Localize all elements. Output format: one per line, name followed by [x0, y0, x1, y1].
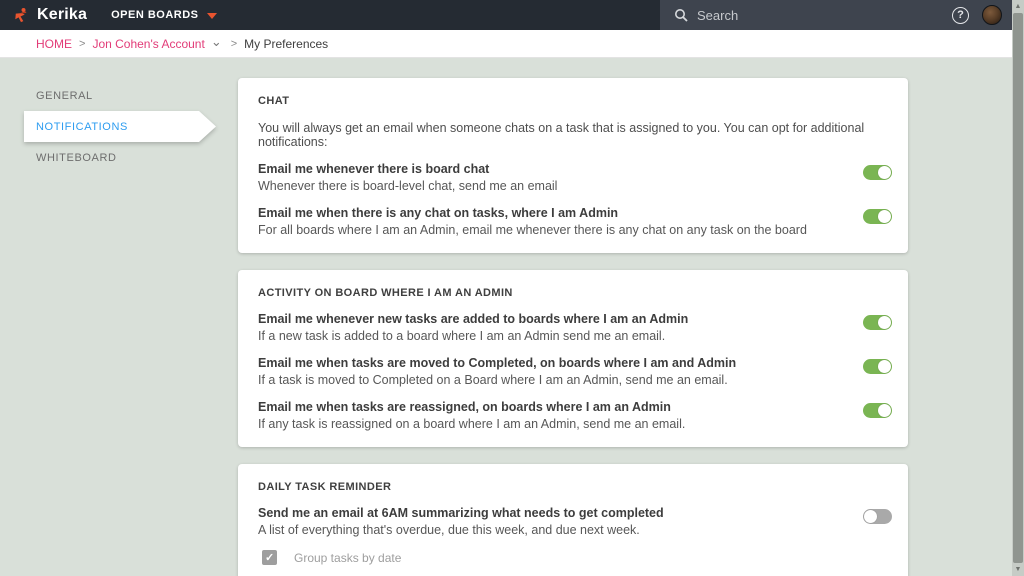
checkbox[interactable]: ✓ — [262, 550, 277, 565]
setting-subtitle: Whenever there is board-level chat, send… — [258, 179, 839, 193]
setting-row: Email me whenever new tasks are added to… — [258, 312, 892, 343]
setting-row: Email me when tasks are moved to Complet… — [258, 356, 892, 387]
toggle-switch[interactable] — [863, 315, 892, 330]
setting-title: Email me whenever there is board chat — [258, 162, 839, 176]
toggle-knob — [878, 360, 891, 373]
setting-title: Email me when tasks are reassigned, on b… — [258, 400, 839, 414]
content-area: GENERAL NOTIFICATIONS WHITEBOARD CHAT Yo… — [0, 58, 1024, 575]
section-description: You will always get an email when someon… — [258, 121, 892, 149]
setting-title: Email me when there is any chat on tasks… — [258, 206, 839, 220]
open-boards-label: OPEN BOARDS — [111, 9, 198, 21]
setting-row: Send me an email at 6AM summarizing what… — [258, 506, 892, 537]
sidebar-item-general[interactable]: GENERAL — [24, 80, 216, 111]
scrollbar-thumb[interactable] — [1013, 13, 1023, 563]
toggle-switch[interactable] — [863, 165, 892, 180]
breadcrumb-current-page: My Preferences — [244, 37, 328, 51]
toggle-knob — [878, 210, 891, 223]
setting-subtitle: If a new task is added to a board where … — [258, 329, 839, 343]
breadcrumb-separator: > — [79, 38, 85, 50]
toggle-switch[interactable] — [863, 509, 892, 524]
topbar: Kerika OPEN BOARDS Search ? — [0, 0, 1024, 30]
toggle-switch[interactable] — [863, 359, 892, 374]
setting-title: Email me when tasks are moved to Complet… — [258, 356, 839, 370]
setting-title: Send me an email at 6AM summarizing what… — [258, 506, 839, 520]
open-boards-button[interactable]: OPEN BOARDS — [111, 9, 216, 21]
search-icon — [674, 8, 688, 22]
brand-name: Kerika — [37, 6, 87, 24]
sidebar-item-notifications[interactable]: NOTIFICATIONS — [24, 111, 216, 142]
kerika-logo-icon — [12, 7, 29, 24]
toggle-knob — [864, 510, 877, 523]
scrollbar-down-button[interactable]: ▼ — [1012, 563, 1024, 576]
avatar[interactable] — [982, 5, 1002, 25]
search-input[interactable]: Search — [697, 8, 738, 23]
section-title: ACTIVITY ON BOARD WHERE I AM AN ADMIN — [258, 285, 892, 299]
sidebar-item-whiteboard[interactable]: WHITEBOARD — [24, 142, 216, 173]
toggle-knob — [878, 166, 891, 179]
setting-subtitle: If any task is reassigned on a board whe… — [258, 417, 839, 431]
scrollbar[interactable]: ▲ ▼ — [1012, 0, 1024, 576]
kerika-logo[interactable]: Kerika — [0, 6, 99, 24]
breadcrumb-home-link[interactable]: HOME — [36, 37, 72, 51]
check-icon: ✓ — [265, 551, 274, 564]
settings-card: CHAT You will always get an email when s… — [238, 78, 908, 253]
topbar-search-panel: Search ? — [660, 0, 1024, 30]
section-title: CHAT — [258, 93, 892, 107]
setting-title: Email me whenever new tasks are added to… — [258, 312, 839, 326]
setting-row: Email me whenever there is board chat Wh… — [258, 162, 892, 193]
toggle-switch[interactable] — [863, 209, 892, 224]
setting-subtitle: For all boards where I am an Admin, emai… — [258, 223, 839, 237]
settings-card: DAILY TASK REMINDER Send me an email at … — [238, 464, 908, 576]
setting-row: Email me when tasks are reassigned, on b… — [258, 400, 892, 431]
setting-subtitle: A list of everything that's overdue, due… — [258, 523, 839, 537]
toggle-knob — [878, 404, 891, 417]
checkbox-row: ✓ Group tasks by date — [262, 550, 892, 565]
checkbox-label: Group tasks by date — [294, 551, 401, 565]
scrollbar-up-button[interactable]: ▲ — [1012, 0, 1024, 13]
account-chevron-down-icon[interactable]: ⌄ — [211, 34, 222, 50]
breadcrumb-separator: > — [231, 38, 237, 50]
setting-row: Email me when there is any chat on tasks… — [258, 206, 892, 237]
breadcrumb-account-link[interactable]: Jon Cohen's Account — [92, 37, 204, 51]
question-icon: ? — [957, 9, 964, 21]
settings-card: ACTIVITY ON BOARD WHERE I AM AN ADMIN Em… — [238, 270, 908, 447]
toggle-knob — [878, 316, 891, 329]
caret-down-icon — [207, 13, 217, 19]
breadcrumb: HOME > Jon Cohen's Account ⌄ > My Prefer… — [0, 30, 1024, 58]
preference-cards: CHAT You will always get an email when s… — [238, 58, 908, 576]
toggle-switch[interactable] — [863, 403, 892, 418]
setting-subtitle: If a task is moved to Completed on a Boa… — [258, 373, 839, 387]
help-button[interactable]: ? — [952, 7, 969, 24]
preferences-sidebar: GENERAL NOTIFICATIONS WHITEBOARD — [24, 80, 216, 173]
section-title: DAILY TASK REMINDER — [258, 479, 892, 493]
